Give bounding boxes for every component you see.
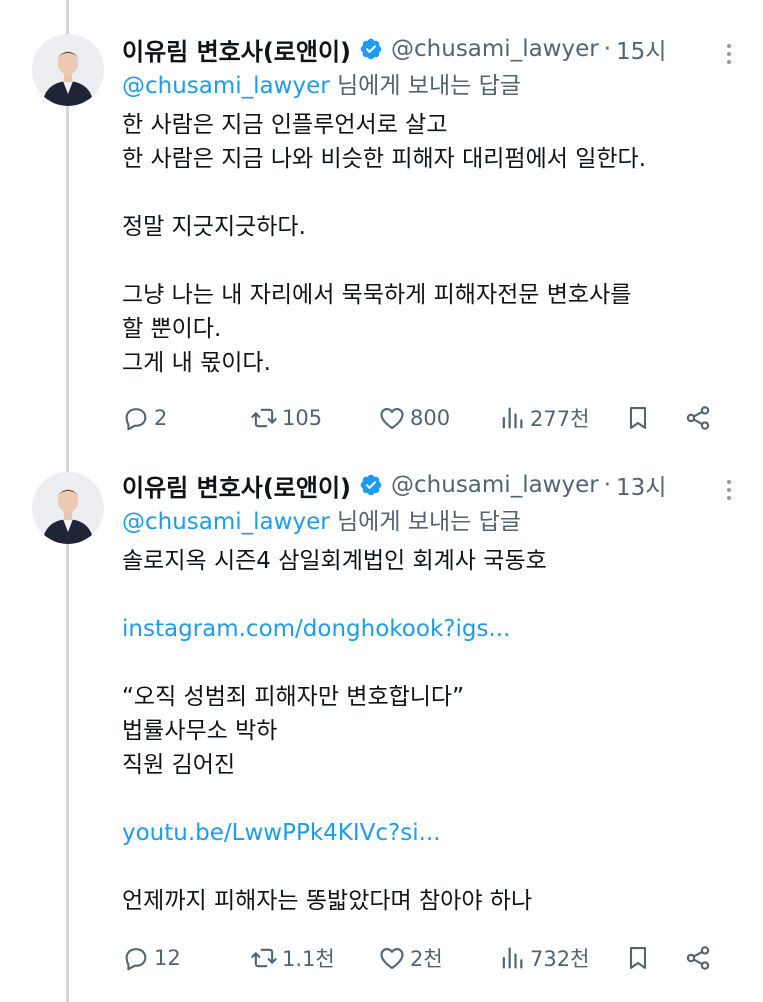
retweet-count: 1.1천 bbox=[282, 947, 335, 971]
views-icon bbox=[502, 947, 523, 969]
views-button[interactable]: 732천 bbox=[498, 938, 589, 978]
tweet-text-line: 법률사무소 박하 bbox=[122, 718, 278, 744]
like-icon bbox=[380, 947, 404, 969]
tweet-text-line bbox=[122, 850, 743, 884]
author-name[interactable]: 이유림 변호사(로앤이) bbox=[122, 32, 351, 67]
reply-button[interactable]: 2 bbox=[122, 398, 167, 438]
tweet-text-line: 솔로지옥 시즌4 삼일회계법인 회계사 국동호 bbox=[122, 548, 547, 574]
tweet-text-line: 정말 지긋지긋하다. bbox=[122, 214, 306, 240]
reply-suffix: 님에게 보내는 답글 bbox=[329, 73, 521, 99]
bookmark-button[interactable] bbox=[624, 938, 652, 978]
bookmark-icon bbox=[629, 947, 647, 969]
tweet-header: 이유림 변호사(로앤이) @chusami_lawyer · 13시 bbox=[122, 468, 743, 502]
retweet-count: 105 bbox=[282, 406, 323, 430]
reply-count: 12 bbox=[154, 946, 181, 970]
separator-dot: · bbox=[603, 36, 612, 62]
reply-icon bbox=[125, 408, 147, 431]
view-count: 732천 bbox=[530, 947, 590, 971]
like-count: 800 bbox=[410, 406, 451, 430]
like-count: 2천 bbox=[410, 947, 443, 971]
reply-suffix: 님에게 보내는 답글 bbox=[329, 509, 521, 535]
tweet-text-line: 그냥 나는 내 자리에서 묵묵하게 피해자전문 변호사를 bbox=[122, 282, 632, 308]
tweet-header: 이유림 변호사(로앤이) @chusami_lawyer · 15시 bbox=[122, 32, 743, 66]
view-count: 277천 bbox=[530, 407, 590, 431]
verified-badge-icon bbox=[359, 37, 383, 61]
tweet-actions: 12 1.1천 2천 732천 bbox=[122, 938, 722, 978]
tweet-text-line bbox=[122, 176, 743, 210]
reply-context: @chusami_lawyer 님에게 보내는 답글 bbox=[122, 68, 743, 104]
more-icon[interactable] bbox=[717, 478, 741, 502]
like-button[interactable]: 800 bbox=[378, 398, 450, 438]
tweet-text-line: 그게 내 몫이다. bbox=[122, 350, 271, 376]
reply-count: 2 bbox=[154, 406, 168, 430]
author-handle[interactable]: @chusami_lawyer bbox=[391, 36, 599, 62]
tweet-text-line: 할 뿐이다. bbox=[122, 316, 222, 342]
tweet-actions: 2 105 800 277천 bbox=[122, 398, 722, 438]
tweet-text-line: 한 사람은 지금 인플루언서로 살고 bbox=[122, 112, 448, 138]
tweet-text-line: 한 사람은 지금 나와 비슷한 피해자 대리펌에서 일한다. bbox=[122, 146, 647, 172]
share-button[interactable] bbox=[684, 938, 712, 978]
retweet-icon bbox=[251, 948, 277, 968]
share-button[interactable] bbox=[684, 398, 712, 438]
youtube-link[interactable]: youtu.be/LwwPPk4KIVc?si... bbox=[122, 816, 743, 850]
verified-badge-icon bbox=[359, 473, 383, 497]
like-icon bbox=[380, 407, 404, 429]
separator-dot: · bbox=[603, 472, 612, 498]
reply-context: @chusami_lawyer 님에게 보내는 답글 bbox=[122, 504, 743, 540]
instagram-link[interactable]: instagram.com/donghokook?igs... bbox=[122, 612, 743, 646]
author-name[interactable]: 이유림 변호사(로앤이) bbox=[122, 468, 351, 503]
share-icon bbox=[686, 946, 710, 970]
tweet-text-line: 언제까지 피해자는 똥밟았다며 참아야 하나 bbox=[122, 888, 533, 914]
bookmark-button[interactable] bbox=[624, 398, 652, 438]
bookmark-icon bbox=[629, 407, 647, 429]
tweet[interactable]: 이유림 변호사(로앤이) @chusami_lawyer · 13시 @chus… bbox=[0, 460, 763, 1002]
reply-icon bbox=[125, 948, 147, 971]
retweet-button[interactable]: 1.1천 bbox=[250, 938, 335, 978]
retweet-icon bbox=[251, 408, 277, 428]
tweet-text-line bbox=[122, 646, 743, 680]
tweet-text-line: 직원 김어진 bbox=[122, 752, 236, 778]
tweet-time[interactable]: 15시 bbox=[616, 32, 666, 66]
retweet-button[interactable]: 105 bbox=[250, 398, 322, 438]
more-icon[interactable] bbox=[717, 42, 741, 66]
tweet-text: 솔로지옥 시즌4 삼일회계법인 회계사 국동호 instagram.com/do… bbox=[122, 544, 743, 918]
reply-mention-link[interactable]: @chusami_lawyer bbox=[122, 509, 330, 535]
avatar[interactable] bbox=[32, 472, 104, 544]
reply-button[interactable]: 12 bbox=[122, 938, 181, 978]
reply-mention-link[interactable]: @chusami_lawyer bbox=[122, 73, 330, 99]
avatar[interactable] bbox=[32, 34, 104, 106]
tweet[interactable]: 이유림 변호사(로앤이) @chusami_lawyer · 15시 @chus… bbox=[0, 0, 763, 460]
views-icon bbox=[502, 407, 523, 429]
tweet-time[interactable]: 13시 bbox=[616, 468, 666, 502]
author-handle[interactable]: @chusami_lawyer bbox=[391, 472, 599, 498]
tweet-text-line bbox=[122, 578, 743, 612]
tweet-text-line: “오직 성범죄 피해자만 변호합니다” bbox=[122, 684, 465, 710]
share-icon bbox=[686, 406, 710, 430]
views-button[interactable]: 277천 bbox=[498, 398, 589, 438]
tweet-text-line bbox=[122, 782, 743, 816]
like-button[interactable]: 2천 bbox=[378, 938, 443, 978]
tweet-text: 한 사람은 지금 인플루언서로 살고 한 사람은 지금 나와 비슷한 피해자 대… bbox=[122, 108, 743, 380]
tweet-text-line bbox=[122, 244, 743, 278]
